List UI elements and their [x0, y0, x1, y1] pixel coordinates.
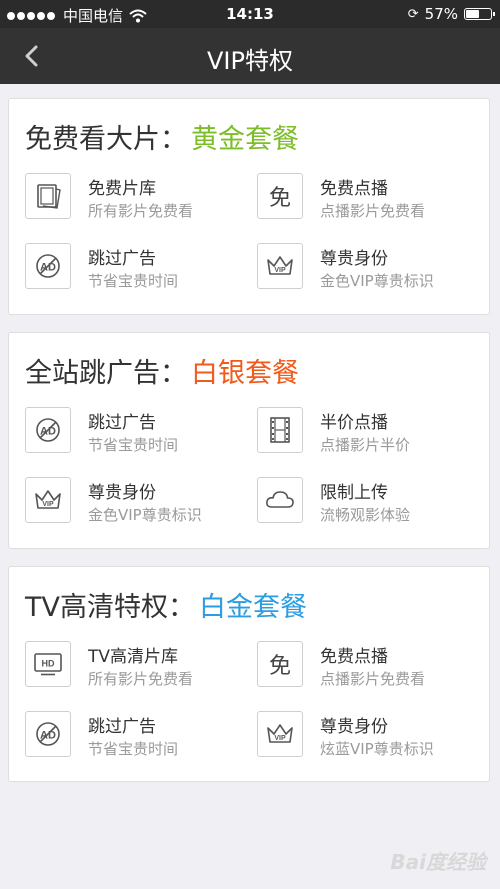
feature-subtitle: 炫蓝VIP尊贵标识	[320, 740, 434, 758]
film-library-icon	[25, 173, 71, 219]
vip-crown-icon: VIP	[257, 711, 303, 757]
svg-text:VIP: VIP	[42, 501, 54, 508]
feature-subtitle: 金色VIP尊贵标识	[320, 272, 434, 290]
film-strip-icon	[257, 407, 303, 453]
watermark: Bai度经验	[390, 850, 486, 874]
feature-item[interactable]: 免费片库 所有影片免费看	[25, 173, 255, 225]
rotation-lock-icon: ⟳	[407, 6, 419, 22]
feature-title: 跳过广告	[88, 413, 156, 433]
svg-text:VIP: VIP	[274, 735, 286, 742]
feature-title: 半价点播	[320, 413, 388, 433]
card-title-text: TV高清特权：	[25, 592, 195, 623]
page-title: VIP特权	[207, 47, 293, 75]
feature-item[interactable]: AD 跳过广告 节省宝贵时间	[25, 711, 255, 763]
feature-item[interactable]: HD TV高清片库 所有影片免费看	[25, 641, 255, 693]
feature-item[interactable]: AD 跳过广告 节省宝贵时间	[25, 407, 255, 459]
card-title: TV高清特权： 白金套餐	[25, 585, 307, 624]
cloud-icon	[257, 477, 303, 523]
feature-title: 免费片库	[88, 179, 156, 199]
vip-crown-icon: VIP	[257, 243, 303, 289]
skip-ad-icon: AD	[25, 407, 71, 453]
svg-text:VIP: VIP	[274, 267, 286, 274]
battery-icon	[464, 8, 495, 20]
card-title: 免费看大片： 黄金套餐	[25, 117, 299, 156]
skip-ad-icon: AD	[25, 243, 71, 289]
hd-tv-icon: HD	[25, 641, 71, 687]
feature-item[interactable]: 半价点播 点播影片半价	[257, 407, 487, 459]
feature-subtitle: 点播影片免费看	[320, 202, 426, 220]
feature-subtitle: 流畅观影体验	[320, 506, 411, 524]
feature-item[interactable]: 免 免费点播 点播影片免费看	[257, 641, 487, 693]
feature-subtitle: 金色VIP尊贵标识	[88, 506, 202, 524]
feature-item[interactable]: 限制上传 流畅观影体验	[257, 477, 487, 529]
feature-subtitle: 节省宝贵时间	[88, 740, 179, 758]
card-title-text: 免费看大片：	[25, 124, 187, 155]
card-title: 全站跳广告： 白银套餐	[25, 351, 299, 390]
nav-bar: VIP特权	[0, 28, 500, 84]
battery-percent: 57%	[424, 5, 458, 23]
feature-subtitle: 所有影片免费看	[88, 202, 194, 220]
battery-area: ⟳ 57%	[407, 5, 495, 23]
package-card-platinum: TV高清特权： 白金套餐 HD TV高清片库 所有影片免费看 免 免费点播 点播影…	[8, 566, 490, 782]
skip-ad-icon: AD	[25, 711, 71, 757]
feature-title: 免费点播	[320, 647, 388, 667]
feature-title: 尊贵身份	[88, 483, 156, 503]
feature-title: 尊贵身份	[320, 717, 388, 737]
svg-text:HD: HD	[42, 659, 55, 669]
package-card-silver: 全站跳广告： 白银套餐 AD 跳过广告 节省宝贵时间 半价点播 点播影片半价 VI…	[8, 332, 490, 549]
tier-name: 黄金套餐	[191, 124, 299, 155]
feature-title: 限制上传	[320, 483, 388, 503]
status-bar: 中国电信 14:13 ⟳ 57%	[0, 0, 500, 28]
free-icon: 免	[257, 173, 303, 219]
feature-subtitle: 节省宝贵时间	[88, 272, 179, 290]
feature-subtitle: 点播影片半价	[320, 436, 411, 454]
feature-title: TV高清片库	[88, 647, 179, 667]
tier-name: 白金套餐	[198, 592, 307, 623]
feature-item[interactable]: VIP 尊贵身份 金色VIP尊贵标识	[257, 243, 487, 295]
feature-item[interactable]: 免 免费点播 点播影片免费看	[257, 173, 487, 225]
feature-subtitle: 点播影片免费看	[320, 670, 426, 688]
feature-title: 跳过广告	[88, 717, 156, 737]
feature-item[interactable]: VIP 尊贵身份 金色VIP尊贵标识	[25, 477, 255, 529]
card-title-text: 全站跳广告：	[25, 358, 187, 389]
package-card-gold: 免费看大片： 黄金套餐 免费片库 所有影片免费看 免 免费点播 点播影片免费看 A…	[8, 98, 490, 315]
feature-title: 免费点播	[320, 179, 388, 199]
feature-item[interactable]: AD 跳过广告 节省宝贵时间	[25, 243, 255, 295]
feature-subtitle: 节省宝贵时间	[88, 436, 179, 454]
feature-title: 尊贵身份	[320, 249, 388, 269]
feature-title: 跳过广告	[88, 249, 156, 269]
free-icon: 免	[257, 641, 303, 687]
vip-crown-icon: VIP	[25, 477, 71, 523]
feature-item[interactable]: VIP 尊贵身份 炫蓝VIP尊贵标识	[257, 711, 487, 763]
feature-subtitle: 所有影片免费看	[88, 670, 194, 688]
tier-name: 白银套餐	[191, 358, 299, 389]
